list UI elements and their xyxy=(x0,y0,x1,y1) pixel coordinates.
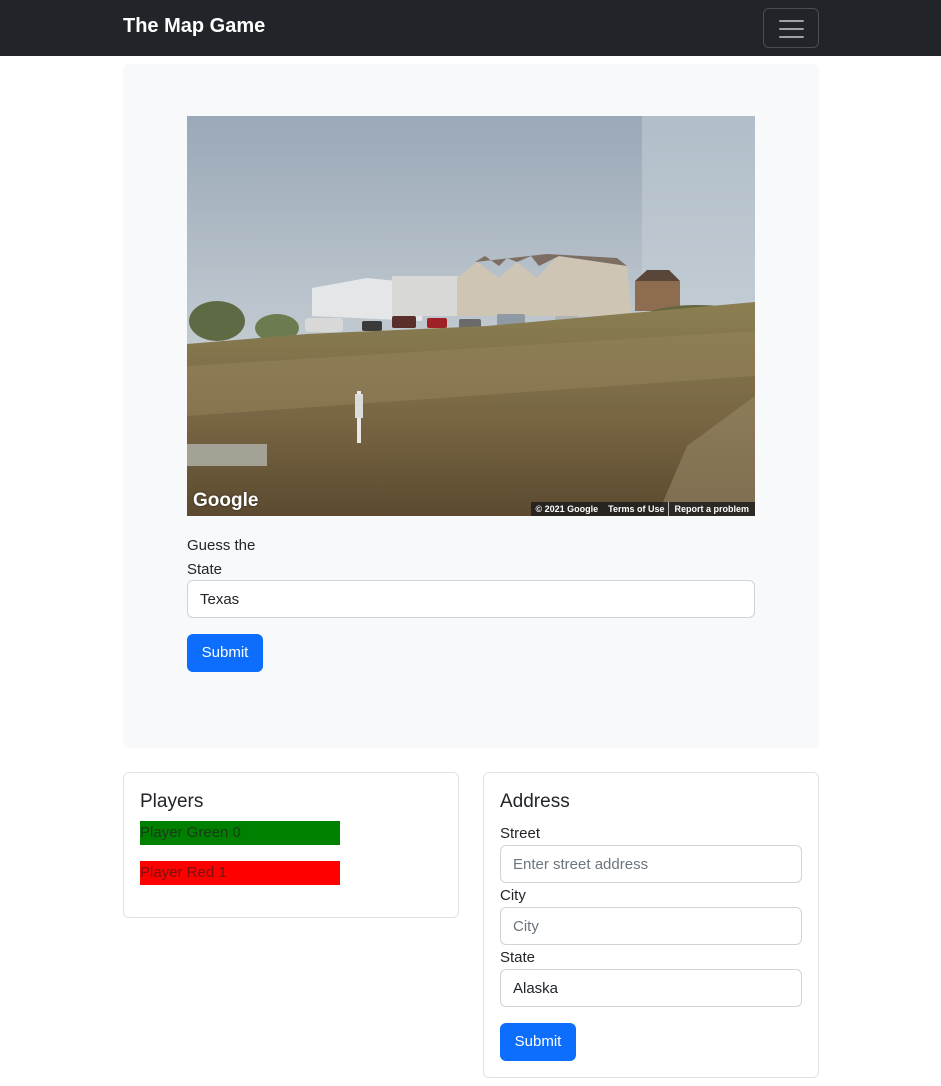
player-green: Player Green 0 xyxy=(140,821,340,845)
players-card: Players Player Green 0 Player Red 1 xyxy=(123,772,459,918)
street-view-image[interactable]: Google © 2021 Google Terms of Use Report… xyxy=(187,116,755,516)
hamburger-menu-button[interactable] xyxy=(763,8,819,48)
city-label: City xyxy=(500,887,526,904)
player-red: Player Red 1 xyxy=(140,861,340,885)
street-label: Street xyxy=(500,825,541,842)
address-card: Address Street City State Submit xyxy=(483,772,819,1078)
brand-link[interactable]: The Map Game xyxy=(123,15,265,38)
address-title: Address xyxy=(500,791,570,812)
guess-submit-button[interactable]: Submit xyxy=(187,634,263,672)
copyright-text: © 2021 Google xyxy=(535,504,599,514)
street-view-attribution: © 2021 Google Terms of Use Report a prob… xyxy=(531,502,755,516)
players-title: Players xyxy=(140,791,204,812)
street-view-scene xyxy=(187,116,755,516)
street-input[interactable] xyxy=(500,845,802,883)
google-logo: Google xyxy=(193,490,259,511)
terms-of-use-link[interactable]: Terms of Use xyxy=(608,502,664,516)
state-input[interactable] xyxy=(500,969,802,1007)
guess-state-input[interactable] xyxy=(187,580,755,618)
address-submit-button[interactable]: Submit xyxy=(500,1023,576,1061)
city-input[interactable] xyxy=(500,907,802,945)
hamburger-menu-icon xyxy=(779,20,804,22)
navbar: The Map Game xyxy=(0,0,941,56)
report-problem-link[interactable]: Report a problem xyxy=(668,502,749,516)
game-panel: Google © 2021 Google Terms of Use Report… xyxy=(123,64,819,748)
guess-state-label: Guess the State xyxy=(187,537,256,578)
state-label: State xyxy=(500,949,536,966)
